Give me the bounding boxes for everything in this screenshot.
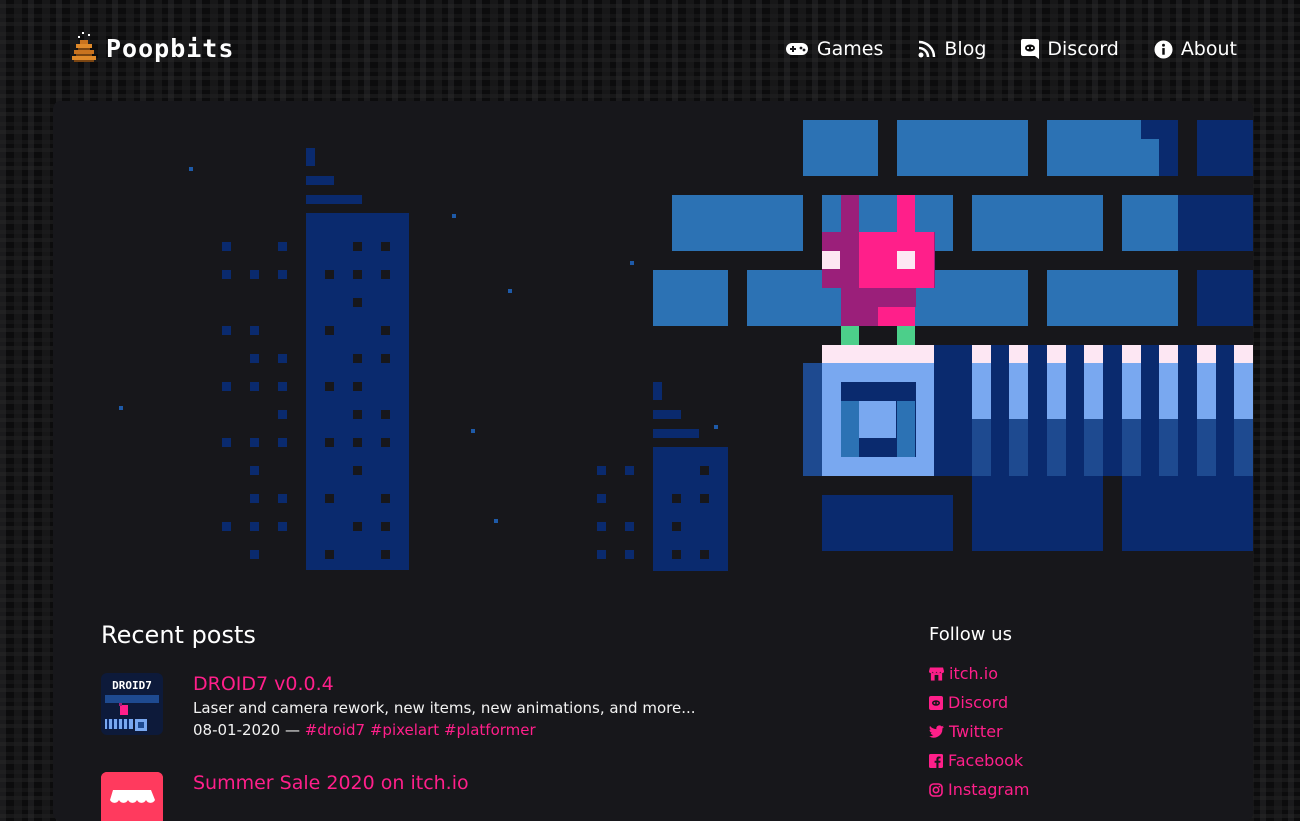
nav-discord-label: Discord bbox=[1047, 38, 1119, 60]
hero-pixel-art bbox=[53, 101, 1253, 571]
store-icon bbox=[929, 666, 944, 681]
store-thumbnail-art bbox=[101, 772, 163, 821]
thumb-title: DROID7 bbox=[112, 679, 152, 692]
social-label: Discord bbox=[948, 693, 1009, 712]
nav-blog[interactable]: Blog bbox=[918, 38, 986, 60]
social-link-instagram[interactable]: Instagram bbox=[929, 780, 1029, 799]
post-title-link[interactable]: Summer Sale 2020 on itch.io bbox=[193, 770, 469, 796]
post-thumbnail[interactable]: DROID7 bbox=[101, 673, 163, 735]
post-tag[interactable]: #platformer bbox=[444, 721, 536, 739]
recent-posts-heading: Recent posts bbox=[101, 621, 256, 649]
social-link-discord[interactable]: Discord bbox=[929, 693, 1008, 712]
nav-games[interactable]: Games bbox=[785, 38, 883, 60]
meta-separator: — bbox=[280, 721, 305, 739]
post-meta: 08-01-2020 — #droid7 #pixelart #platform… bbox=[193, 719, 696, 741]
rss-icon bbox=[918, 40, 936, 58]
post-date: 08-01-2020 bbox=[193, 721, 281, 739]
main-card: Recent posts DROID7 DROID7 v0.0.4 Laser … bbox=[53, 101, 1253, 821]
site-name: Poopbits bbox=[106, 33, 235, 63]
nav-about[interactable]: About bbox=[1154, 38, 1237, 60]
social-link-twitter[interactable]: Twitter bbox=[929, 722, 1003, 741]
follow-us-heading: Follow us bbox=[929, 624, 1012, 645]
poop-icon bbox=[72, 32, 96, 62]
discord-icon bbox=[1021, 39, 1040, 59]
discord-icon bbox=[929, 695, 943, 710]
post-tag[interactable]: #pixelart bbox=[370, 721, 439, 739]
social-label: Twitter bbox=[949, 722, 1003, 741]
social-label: Facebook bbox=[948, 751, 1024, 770]
post-title-link[interactable]: DROID7 v0.0.4 bbox=[193, 671, 696, 697]
gamepad-icon bbox=[785, 43, 808, 55]
post-item: Summer Sale 2020 on itch.io bbox=[101, 772, 469, 821]
social-label: itch.io bbox=[949, 664, 998, 683]
droid7-thumbnail-art: DROID7 bbox=[101, 673, 163, 735]
nav-blog-label: Blog bbox=[944, 38, 987, 60]
post-excerpt: Laser and camera rework, new items, new … bbox=[193, 699, 696, 717]
post-item: DROID7 DROID7 v0.0.4 Laser and camera re… bbox=[101, 673, 696, 741]
main-nav: Games Blog Discord About bbox=[785, 38, 1237, 60]
instagram-icon bbox=[929, 782, 943, 797]
facebook-icon bbox=[929, 753, 943, 768]
site-logo[interactable]: Poopbits bbox=[70, 32, 234, 64]
nav-discord[interactable]: Discord bbox=[1021, 38, 1119, 60]
social-link-itchio[interactable]: itch.io bbox=[929, 664, 998, 683]
twitter-icon bbox=[929, 725, 944, 738]
post-thumbnail[interactable] bbox=[101, 772, 163, 821]
nav-about-label: About bbox=[1180, 38, 1237, 60]
nav-games-label: Games bbox=[816, 38, 884, 60]
info-icon bbox=[1154, 39, 1173, 59]
social-label: Instagram bbox=[948, 780, 1030, 799]
post-tag[interactable]: #droid7 bbox=[305, 721, 365, 739]
social-link-facebook[interactable]: Facebook bbox=[929, 751, 1023, 770]
